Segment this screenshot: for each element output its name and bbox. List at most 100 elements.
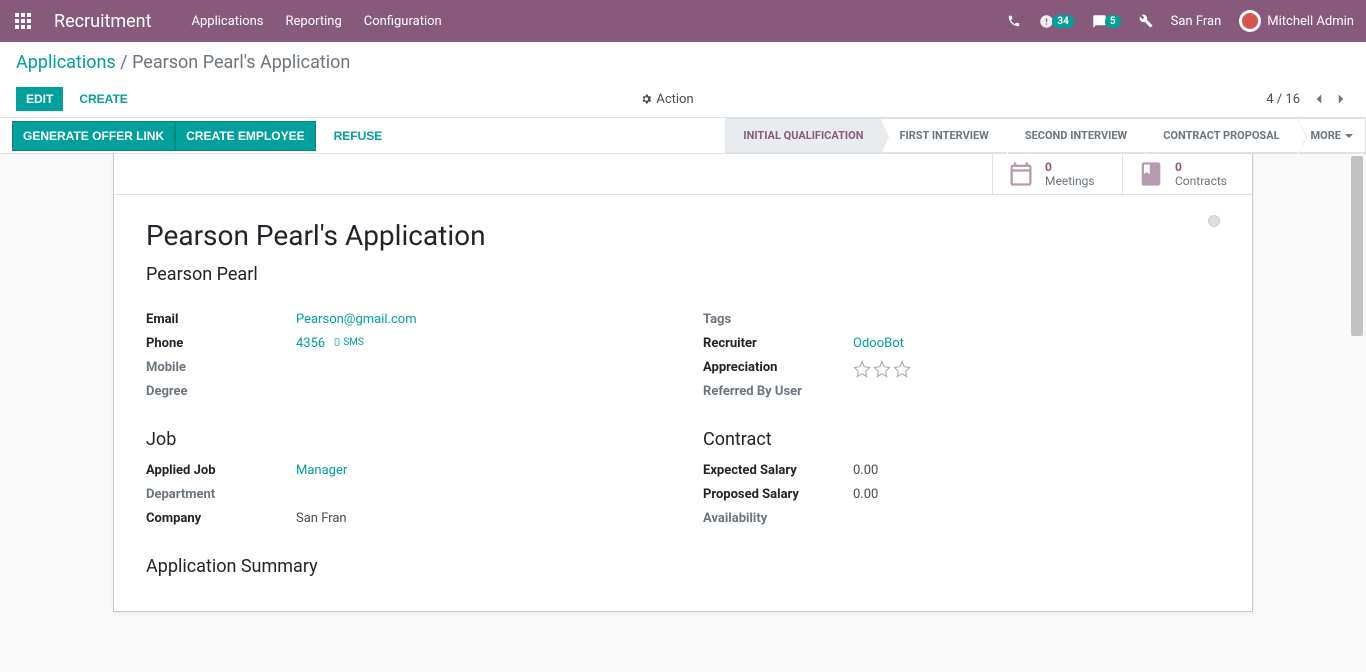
action-label: Action <box>656 92 693 107</box>
value-email[interactable]: Pearson@gmail.com <box>296 312 417 327</box>
company-switch[interactable]: San Fran <box>1171 14 1222 29</box>
breadcrumb-current: Pearson Pearl's Application <box>132 52 350 73</box>
stage-initial-qualification[interactable]: INITIAL QUALIFICATION <box>725 118 881 153</box>
nav-right: 34 5 San Fran Mitchell Admin <box>1007 10 1354 32</box>
stat-contracts[interactable]: 0 Contracts <box>1122 154 1252 194</box>
star-icon[interactable] <box>873 360 891 378</box>
control-panel: Applications / Pearson Pearl's Applicati… <box>0 42 1366 118</box>
nav-menu: Applications Reporting Configuration <box>192 14 442 29</box>
stage-more-label: MORE <box>1311 129 1341 142</box>
label-expected: Expected Salary <box>703 463 853 481</box>
pager: 4 / 16 <box>1266 90 1350 108</box>
phone-icon[interactable] <box>1007 14 1021 28</box>
pager-next-icon[interactable] <box>1332 90 1350 108</box>
form-body: Pearson Pearl's Application Pearson Pear… <box>114 195 1252 611</box>
value-company: San Fran <box>296 511 347 529</box>
pager-text[interactable]: 4 / 16 <box>1266 92 1300 107</box>
tools-icon[interactable] <box>1139 14 1153 28</box>
form-scroll[interactable]: 0 Meetings 0 Contracts Pearson Pearl's A… <box>0 154 1366 672</box>
scrollbar-thumb[interactable] <box>1351 156 1363 336</box>
breadcrumb: Applications / Pearson Pearl's Applicati… <box>16 52 1350 73</box>
messages-badge: 5 <box>1105 15 1121 28</box>
label-department: Department <box>146 487 296 505</box>
label-degree: Degree <box>146 384 296 402</box>
breadcrumb-parent[interactable]: Applications <box>16 52 116 73</box>
mobile-icon <box>333 337 341 347</box>
appreciation-stars[interactable] <box>853 360 911 378</box>
refuse-button[interactable]: REFUSE <box>324 122 393 150</box>
stat-meetings[interactable]: 0 Meetings <box>992 154 1122 194</box>
pager-prev-icon[interactable] <box>1310 90 1328 108</box>
nav-reporting[interactable]: Reporting <box>286 14 342 29</box>
label-email: Email <box>146 312 296 330</box>
label-proposed: Proposed Salary <box>703 487 853 505</box>
record-name: Pearson Pearl <box>146 264 1220 285</box>
sms-text: SMS <box>343 337 364 348</box>
col-left: EmailPearson@gmail.com Phone4356 SMS Mobi… <box>146 309 663 405</box>
activities-badge: 34 <box>1052 15 1073 28</box>
action-dropdown[interactable]: Action <box>640 92 693 107</box>
caret-down-icon <box>1345 134 1353 138</box>
section-summary: Application Summary <box>146 556 1220 577</box>
label-company: Company <box>146 511 296 529</box>
activities-icon[interactable]: 34 <box>1039 14 1073 29</box>
label-tags: Tags <box>703 312 853 330</box>
col-contract: Contract Expected Salary0.00 Proposed Sa… <box>703 405 1220 532</box>
form-grid-top: EmailPearson@gmail.com Phone4356 SMS Mobi… <box>146 309 1220 405</box>
label-appreciation: Appreciation <box>703 360 853 378</box>
value-proposed: 0.00 <box>853 487 878 505</box>
meetings-label: Meetings <box>1045 174 1095 188</box>
kanban-state-dot[interactable] <box>1208 215 1220 227</box>
sms-link[interactable]: SMS <box>333 337 364 348</box>
app-brand[interactable]: Recruitment <box>54 11 152 32</box>
stat-buttons: 0 Meetings 0 Contracts <box>114 154 1252 195</box>
value-recruiter[interactable]: OdooBot <box>853 336 904 351</box>
stage-contract-proposal[interactable]: CONTRACT PROPOSAL <box>1145 118 1297 153</box>
create-button[interactable]: CREATE <box>69 87 137 111</box>
value-expected: 0.00 <box>853 463 878 481</box>
label-availability: Availability <box>703 511 853 529</box>
generate-offer-button[interactable]: GENERATE OFFER LINK <box>12 121 175 151</box>
calendar-icon <box>1007 160 1035 188</box>
main-navbar: Recruitment Applications Reporting Confi… <box>0 0 1366 42</box>
user-menu[interactable]: Mitchell Admin <box>1239 10 1354 32</box>
scrollbar[interactable] <box>1350 154 1364 672</box>
star-icon[interactable] <box>893 360 911 378</box>
col-job: Job Applied JobManager Department Compan… <box>146 405 663 532</box>
section-job: Job <box>146 429 663 450</box>
col-right: Tags RecruiterOdooBot Appreciation Refer… <box>703 309 1220 405</box>
messages-icon[interactable]: 5 <box>1092 14 1121 29</box>
create-employee-button[interactable]: CREATE EMPLOYEE <box>175 121 315 151</box>
stage-bar: INITIAL QUALIFICATION FIRST INTERVIEW SE… <box>725 118 1366 153</box>
section-contract: Contract <box>703 429 1220 450</box>
stage-more[interactable]: MORE <box>1298 118 1366 153</box>
avatar-icon <box>1239 10 1261 32</box>
user-name: Mitchell Admin <box>1267 14 1354 29</box>
nav-applications[interactable]: Applications <box>192 14 264 29</box>
nav-configuration[interactable]: Configuration <box>364 14 442 29</box>
status-bar: GENERATE OFFER LINK CREATE EMPLOYEE REFU… <box>0 118 1366 154</box>
edit-button[interactable]: EDIT <box>16 87 63 111</box>
contracts-count: 0 <box>1175 160 1227 174</box>
apps-icon[interactable] <box>12 10 34 32</box>
value-phone[interactable]: 4356 <box>296 336 325 351</box>
label-recruiter: Recruiter <box>703 336 853 354</box>
form-sheet: 0 Meetings 0 Contracts Pearson Pearl's A… <box>113 154 1253 612</box>
form-grid-bottom: Job Applied JobManager Department Compan… <box>146 405 1220 532</box>
breadcrumb-sep: / <box>120 52 132 73</box>
value-applied-job[interactable]: Manager <box>296 463 347 478</box>
contracts-label: Contracts <box>1175 174 1227 188</box>
label-applied-job: Applied Job <box>146 463 296 481</box>
status-actions: GENERATE OFFER LINK CREATE EMPLOYEE REFU… <box>0 118 392 153</box>
meetings-count: 0 <box>1045 160 1095 174</box>
stage-second-interview[interactable]: SECOND INTERVIEW <box>1007 118 1145 153</box>
label-mobile: Mobile <box>146 360 296 378</box>
record-title: Pearson Pearl's Application <box>146 219 1220 252</box>
label-phone: Phone <box>146 336 296 354</box>
star-icon[interactable] <box>853 360 871 378</box>
gear-icon <box>640 93 652 105</box>
book-icon <box>1137 160 1165 188</box>
label-referred: Referred By User <box>703 384 853 402</box>
control-row: EDIT CREATE Action 4 / 16 <box>16 81 1350 117</box>
stage-first-interview[interactable]: FIRST INTERVIEW <box>881 118 1006 153</box>
